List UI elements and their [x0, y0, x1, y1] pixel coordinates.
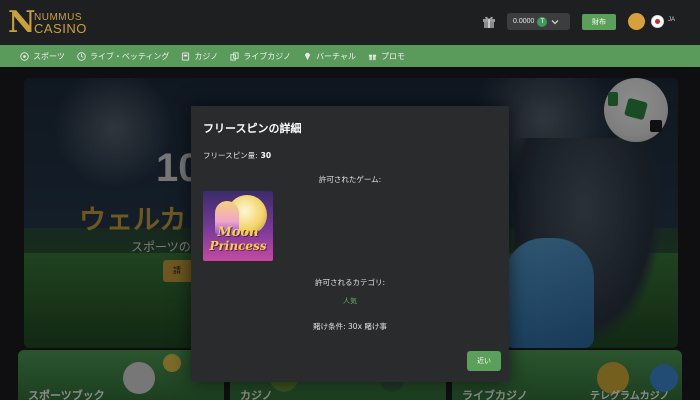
- soccer-ball-icon: [20, 51, 29, 61]
- freespin-amount-row: フリースピン量: 30: [203, 150, 271, 161]
- main-nav: スポーツ ライブ・ベッティング カジノ ライブカジノ バーチャル プロモ: [0, 45, 700, 67]
- game-title-line1: Moon: [217, 225, 259, 240]
- freespin-label: フリースピン量:: [203, 151, 258, 160]
- modal-title: フリースピンの詳細: [203, 122, 302, 135]
- page: N NUMMUS CASINO 0.0000 T 財布 JA スポーツ ライブ・…: [0, 0, 700, 400]
- allowed-categories-label: 許可されるカテゴリ:: [314, 278, 386, 287]
- nav-item-live-casino[interactable]: ライブカジノ: [230, 51, 291, 62]
- game-title-line2: Princess: [209, 239, 267, 253]
- balance-selector[interactable]: 0.0000 T: [507, 13, 570, 30]
- nav-item-casino[interactable]: カジノ: [181, 51, 218, 62]
- user-avatar-icon[interactable]: [628, 13, 645, 30]
- top-header: N NUMMUS CASINO 0.0000 T 財布 JA: [0, 0, 700, 45]
- coin-icon: T: [537, 16, 548, 27]
- chevron-down-icon: [551, 19, 559, 24]
- diamond-icon: [304, 52, 311, 60]
- logo-mark: N: [8, 5, 36, 40]
- nav-item-promo[interactable]: プロモ: [368, 51, 405, 62]
- game-thumbnail-moon-princess[interactable]: Moon Princess: [203, 191, 273, 261]
- nav-item-label: プロモ: [380, 51, 405, 61]
- slot-machine-icon: [182, 51, 190, 61]
- nav-item-label: ライブ・ベッティング: [89, 51, 170, 61]
- allowed-games-label: 許可されたゲーム:: [318, 175, 382, 184]
- japan-flag-icon[interactable]: [651, 15, 664, 28]
- nav-item-label: スポーツ: [33, 51, 65, 61]
- logo-line2: CASINO: [34, 21, 87, 36]
- nav-item-label: ライブカジノ: [243, 51, 292, 61]
- nav-item-label: カジノ: [194, 51, 219, 61]
- gift-icon[interactable]: [482, 15, 496, 28]
- language-code[interactable]: JA: [668, 17, 675, 23]
- casino-logo[interactable]: N NUMMUS CASINO: [8, 8, 87, 38]
- close-button[interactable]: 近い: [467, 351, 501, 371]
- live-betting-icon: [77, 51, 86, 61]
- freespin-value: 30: [260, 151, 272, 160]
- nav-item-label: バーチャル: [316, 51, 356, 61]
- nav-item-live-betting[interactable]: ライブ・ベッティング: [77, 51, 170, 62]
- category-value: 人気: [343, 297, 357, 305]
- balance-amount: 0.0000: [513, 18, 535, 25]
- freespin-details-modal: フリースピンの詳細 フリースピン量: 30 許可されたゲーム: Moon Prin…: [191, 106, 509, 382]
- nav-item-sports[interactable]: スポーツ: [20, 51, 65, 62]
- cards-icon: [230, 51, 239, 61]
- wager-requirement: 賭け条件: 30x 賭け事: [313, 322, 387, 331]
- nav-item-virtual[interactable]: バーチャル: [303, 51, 356, 62]
- wallet-button[interactable]: 財布: [582, 14, 616, 30]
- gift-icon: [368, 54, 377, 60]
